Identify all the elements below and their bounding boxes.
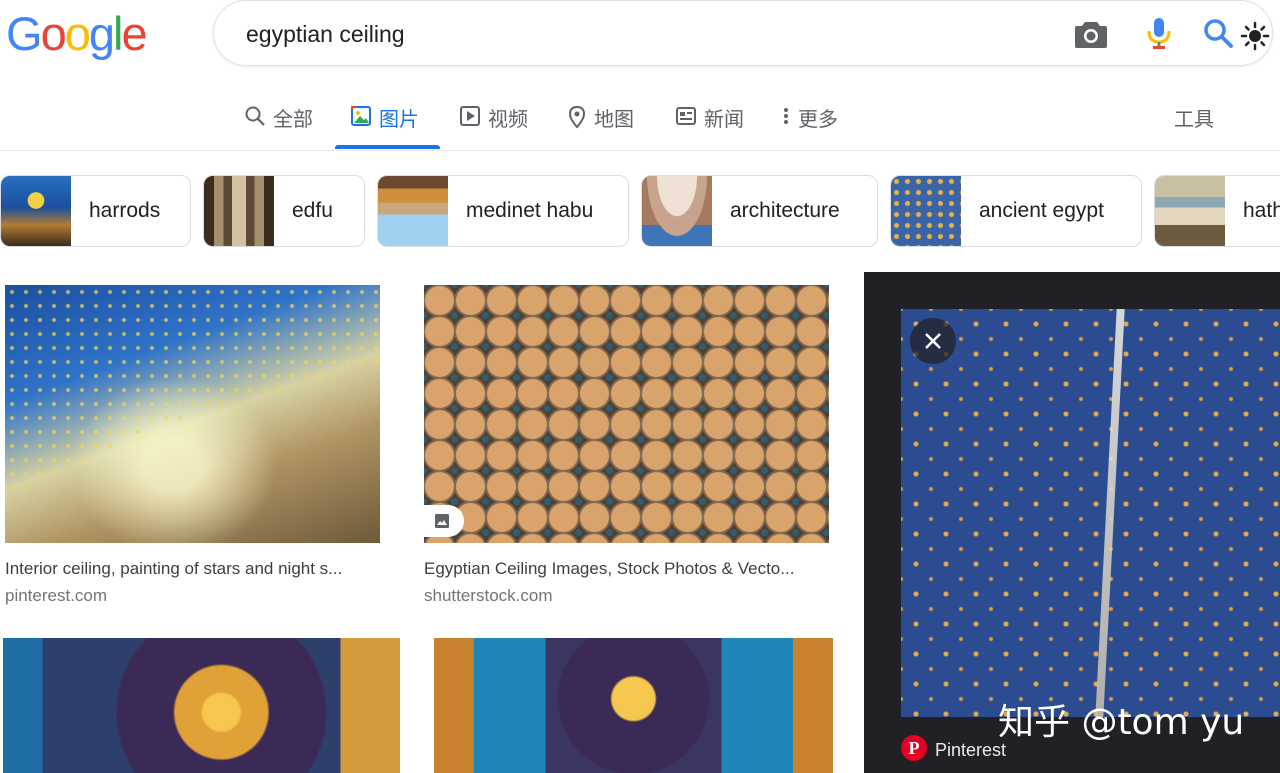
tab-label: 地图 (594, 109, 634, 131)
chip-medinet-habu[interactable]: medinet habu (377, 175, 629, 247)
chip-edfu[interactable]: edfu (203, 175, 365, 247)
result-title[interactable]: Interior ceiling, painting of stars and … (5, 559, 342, 579)
search-tabs: 全部 图片 视频 地图 新闻 更多 (0, 90, 1280, 150)
active-tab-indicator (335, 145, 440, 149)
preview-panel: 知乎 @tom yu P Pinterest (864, 272, 1280, 773)
chip-label: ancient egypt (979, 199, 1104, 222)
chip-label: harrods (89, 199, 161, 222)
logo-letter: o (64, 7, 91, 60)
google-logo[interactable]: Google (6, 6, 148, 62)
tools-button[interactable]: 工具 (1174, 103, 1214, 132)
chip-label: hath (1243, 199, 1280, 222)
chip-thumbnail (642, 176, 712, 246)
play-icon (460, 106, 480, 126)
search-icon (245, 106, 265, 126)
result-image[interactable] (424, 285, 829, 543)
chip-thumbnail (378, 176, 448, 246)
camera-icon[interactable] (1074, 19, 1108, 49)
result-title[interactable]: Egyptian Ceiling Images, Stock Photos & … (424, 559, 794, 579)
logo-letter: G (6, 7, 43, 60)
tab-videos[interactable]: 视频 (459, 90, 528, 148)
chip-hath[interactable]: hath (1154, 175, 1280, 247)
map-pin-icon (568, 105, 586, 129)
tab-label: 图片 (379, 109, 419, 131)
image-icon (351, 106, 371, 126)
tab-label: 新闻 (704, 109, 744, 131)
chip-thumbnail (204, 176, 274, 246)
search-icon[interactable] (1202, 17, 1234, 49)
close-icon (925, 333, 941, 349)
result-image[interactable] (434, 638, 833, 773)
chip-ancient-egypt[interactable]: ancient egypt (890, 175, 1142, 247)
tab-all[interactable]: 全部 (244, 90, 313, 148)
tab-more[interactable]: 更多 (781, 90, 838, 148)
logo-letter: l (112, 7, 124, 60)
tab-maps[interactable]: 地图 (567, 90, 634, 148)
result-source[interactable]: shutterstock.com (424, 586, 553, 606)
tab-label: 更多 (798, 109, 838, 131)
result-image[interactable] (3, 638, 400, 773)
result-source[interactable]: pinterest.com (5, 586, 107, 606)
chip-harrods[interactable]: harrods (0, 175, 191, 247)
logo-letter: o (40, 7, 67, 60)
brightness-icon[interactable] (1240, 21, 1270, 51)
tab-images[interactable]: 图片 (350, 90, 419, 148)
close-preview-button[interactable] (910, 318, 956, 364)
chip-thumbnail (1155, 176, 1225, 246)
logo-letter: e (121, 7, 147, 60)
result-image[interactable] (5, 285, 380, 543)
chip-thumbnail (891, 176, 961, 246)
preview-image[interactable] (901, 309, 1280, 717)
divider (0, 150, 1280, 151)
pinterest-icon: P (901, 735, 927, 761)
watermark: 知乎 @tom yu (998, 702, 1245, 743)
mic-icon[interactable] (1146, 16, 1172, 52)
chip-architecture[interactable]: architecture (641, 175, 878, 247)
tab-label: 视频 (488, 109, 528, 131)
logo-letter: g (88, 7, 115, 60)
preview-source-name[interactable]: Pinterest (935, 740, 1006, 761)
tab-news[interactable]: 新闻 (675, 90, 744, 148)
image-icon (435, 514, 449, 528)
chip-label: architecture (730, 199, 840, 222)
more-vert-icon (784, 108, 788, 124)
photo-badge (420, 505, 464, 537)
tab-label: 全部 (273, 109, 313, 131)
chip-label: edfu (292, 199, 333, 222)
search-input[interactable] (244, 1, 1028, 67)
search-box (213, 0, 1273, 67)
chip-label: medinet habu (466, 199, 594, 222)
chip-thumbnail (1, 176, 71, 246)
news-icon (676, 107, 696, 125)
